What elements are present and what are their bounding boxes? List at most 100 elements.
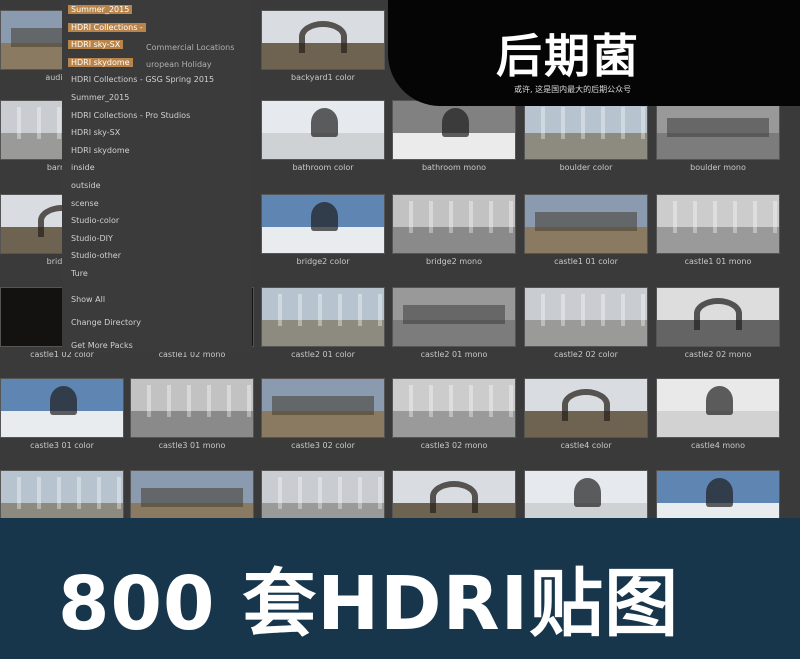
hdri-thumbnail-label: castle1 01 mono xyxy=(684,257,752,266)
menu-action-item[interactable]: Show All xyxy=(71,295,105,304)
hdri-preview-image xyxy=(656,378,780,438)
hdri-thumbnail-label: castle3 02 color xyxy=(291,441,355,450)
submenu-item[interactable]: uropean Holiday xyxy=(146,60,212,69)
preview-subject xyxy=(525,106,647,139)
menu-item-collection[interactable]: HDRI Collections - xyxy=(68,22,146,32)
hdri-thumbnail-tile[interactable]: castle3 02 color xyxy=(261,378,385,450)
menu-item-collection[interactable]: Ture xyxy=(71,269,88,278)
menu-item-collection[interactable]: Studio-DIY xyxy=(71,234,113,243)
preview-subject xyxy=(657,200,779,233)
hdri-preview-image xyxy=(392,194,516,254)
watermark-subtitle: 或许, 这是国内最大的后期公众号 xyxy=(514,85,632,94)
preview-subject xyxy=(271,396,375,415)
hdri-thumbnail-label: castle2 01 color xyxy=(291,350,355,359)
preview-subject xyxy=(525,293,647,326)
menu-item-collection[interactable]: Studio-other xyxy=(71,251,121,260)
hdri-thumbnail-tile[interactable]: bathroom color xyxy=(261,100,385,172)
hdri-preview-image xyxy=(261,10,385,70)
hdri-thumbnail-label: bathroom mono xyxy=(421,163,487,172)
preview-subject xyxy=(49,385,77,415)
menu-item-collection[interactable]: Summer_2015 xyxy=(71,93,129,102)
watermark-title: 后期菌 xyxy=(496,29,640,83)
preview-subject xyxy=(666,118,770,137)
banner-text: 800 套HDRI贴图 xyxy=(58,561,680,647)
hdri-thumbnail-tile[interactable]: castle4 color xyxy=(524,378,648,450)
hdri-thumbnail-label: castle3 01 mono xyxy=(158,441,226,450)
menu-item-collection[interactable]: HDRI skydome xyxy=(71,146,130,155)
watermark-logo: 后期菌 或许, 这是国内最大的后期公众号 xyxy=(388,0,800,106)
menu-item-collection[interactable]: scense xyxy=(71,199,99,208)
submenu-item[interactable]: Commercial Locations xyxy=(146,43,234,52)
hdri-thumbnail-label: bathroom color xyxy=(292,163,354,172)
hdri-thumbnail-tile[interactable]: castle2 02 mono xyxy=(656,287,780,359)
hdri-thumbnail-tile[interactable]: castle3 01 color xyxy=(0,378,124,450)
hdri-thumbnail-label: boulder mono xyxy=(690,163,746,172)
menu-item-collection[interactable]: inside xyxy=(71,163,95,172)
hdri-thumbnail-label: castle2 02 color xyxy=(554,350,618,359)
preview-subject xyxy=(561,389,611,422)
hdri-thumbnail-tile[interactable]: boulder color xyxy=(524,100,648,172)
hdri-thumbnail-tile[interactable]: castle1 01 mono xyxy=(656,194,780,266)
hdri-preview-image xyxy=(524,287,648,347)
hdri-preview-image xyxy=(261,378,385,438)
collection-dropdown-menu: Summer_2015 HDRI Collections - HDRI sky-SX… xyxy=(62,0,252,352)
hdri-thumbnail-tile[interactable]: castle3 02 mono xyxy=(392,378,516,450)
menu-item-collection[interactable]: outside xyxy=(71,181,101,190)
preview-subject xyxy=(693,298,743,331)
hdri-thumbnail-label: castle2 01 mono xyxy=(420,350,488,359)
hdri-preview-image xyxy=(261,287,385,347)
menu-item-collection[interactable]: Studio-color xyxy=(71,216,119,225)
hdri-thumbnail-tile[interactable]: bathroom mono xyxy=(392,100,516,172)
hdri-preview-image xyxy=(392,378,516,438)
hdri-thumbnail-tile[interactable]: boulder mono xyxy=(656,100,780,172)
menu-item-collection[interactable]: Summer_2015 xyxy=(68,5,133,14)
hdri-thumbnail-tile[interactable]: castle1 01 color xyxy=(524,194,648,266)
preview-subject xyxy=(1,476,123,509)
hdri-preview-image xyxy=(524,194,648,254)
preview-subject xyxy=(393,384,515,417)
preview-subject xyxy=(573,477,601,507)
menu-action-item[interactable]: Get More Packs xyxy=(71,341,133,350)
preview-subject xyxy=(705,477,733,507)
hdri-thumbnail-tile[interactable]: castle2 02 color xyxy=(524,287,648,359)
hdri-preview-image xyxy=(392,287,516,347)
menu-item-collection[interactable]: HDRI Collections - GSG Spring 2015 xyxy=(71,75,214,84)
preview-subject xyxy=(310,201,338,231)
hdri-thumbnail-label: castle4 mono xyxy=(690,441,746,450)
hdri-thumbnail-tile[interactable]: castle2 01 mono xyxy=(392,287,516,359)
preview-subject xyxy=(298,21,348,54)
preview-subject xyxy=(310,107,338,137)
hdri-preview-image xyxy=(130,378,254,438)
preview-subject xyxy=(441,107,469,137)
hdri-preview-image xyxy=(261,194,385,254)
menu-item-collection[interactable]: HDRI skydome xyxy=(68,57,133,67)
hdri-thumbnail-label: castle2 02 mono xyxy=(684,350,752,359)
menu-item-collection[interactable]: HDRI sky-SX xyxy=(68,40,124,50)
hdri-thumbnail-label: castle1 01 color xyxy=(554,257,618,266)
hdri-thumbnail-label: castle4 color xyxy=(560,441,612,450)
hdri-thumbnail-label: bridge2 color xyxy=(296,257,350,266)
menu-action-item[interactable]: Change Directory xyxy=(71,318,141,327)
menu-item-collection[interactable]: HDRI sky-SX xyxy=(71,128,120,137)
preview-subject xyxy=(534,212,638,231)
hdri-preview-image xyxy=(261,100,385,160)
hdri-thumbnail-label: castle3 02 mono xyxy=(420,441,488,450)
preview-subject xyxy=(262,476,384,509)
preview-subject xyxy=(429,481,479,514)
hdri-preview-image xyxy=(524,100,648,160)
hdri-thumbnail-tile[interactable]: backyard1 color xyxy=(261,10,385,82)
hdri-thumbnail-tile[interactable]: castle2 01 color xyxy=(261,287,385,359)
hdri-thumbnail-tile[interactable]: castle4 mono xyxy=(656,378,780,450)
hdri-preview-image xyxy=(656,100,780,160)
hdri-thumbnail-tile[interactable]: castle3 01 mono xyxy=(130,378,254,450)
preview-subject xyxy=(402,305,506,324)
hdri-preview-image xyxy=(392,100,516,160)
hdri-thumbnail-tile[interactable]: bridge2 color xyxy=(261,194,385,266)
hdri-thumbnail-label: backyard1 color xyxy=(291,73,355,82)
hdri-preview-image xyxy=(524,378,648,438)
menu-item-collection[interactable]: HDRI Collections - Pro Studios xyxy=(71,111,190,120)
preview-subject xyxy=(140,488,244,507)
preview-subject xyxy=(393,200,515,233)
hdri-thumbnail-tile[interactable]: bridge2 mono xyxy=(392,194,516,266)
hdri-thumbnail-label: castle3 01 color xyxy=(30,441,94,450)
